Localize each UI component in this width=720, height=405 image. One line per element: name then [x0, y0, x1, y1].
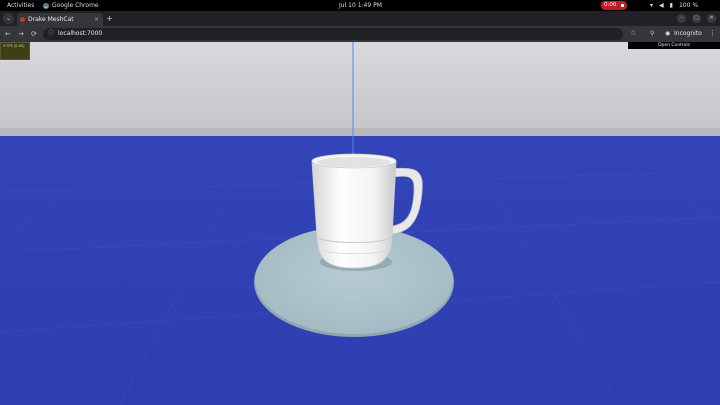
incognito-label: Incognito [674, 30, 702, 37]
maximize-button[interactable]: ▢ [692, 14, 701, 23]
meshcat-viewport[interactable]: 0 FPS (0-60) Open Controls [0, 42, 720, 405]
mug-body [311, 161, 397, 269]
screen-recording-indicator[interactable]: 0:00 [601, 1, 627, 10]
incognito-indicator[interactable]: ◉ Incognito [665, 28, 702, 40]
browser-toolbar: ← → ⟳ ⓘ localhost:7000 ☆ ⚲ ◉ Incognito ⋮ [0, 26, 720, 42]
system-tray[interactable]: ▾ ◀ ▮ 100 % [650, 0, 698, 11]
tab-strip: ⌄ Drake MeshCat × + – ▢ ✕ [0, 11, 720, 26]
battery-percentage: 100 % [678, 2, 699, 9]
new-tab-button[interactable]: + [106, 13, 113, 24]
reload-button[interactable]: ⟳ [31, 29, 37, 39]
app-name-label: Google Chrome [52, 2, 99, 9]
clock[interactable]: Jul 10 1:49 PM [339, 0, 382, 11]
recording-time: 0:00 [604, 2, 617, 8]
site-info-icon[interactable]: ⓘ [48, 28, 54, 40]
minimize-button[interactable]: – [677, 14, 686, 23]
battery-icon: ▮ [669, 2, 673, 9]
stats-text: 0 FPS (0-60) [3, 44, 25, 48]
stats-panel[interactable]: 0 FPS (0-60) [0, 42, 30, 60]
app-menu[interactable]: Google Chrome [43, 0, 99, 11]
address-bar[interactable]: ⓘ localhost:7000 [43, 28, 623, 40]
chrome-menu-icon[interactable]: ⋮ [709, 29, 716, 37]
open-controls-button[interactable]: Open Controls [628, 42, 720, 49]
system-top-bar: Activities Google Chrome Jul 10 1:49 PM … [0, 0, 720, 11]
scene-canvas[interactable] [0, 42, 720, 405]
url-text: localhost:7000 [58, 30, 103, 37]
tab-search-button[interactable]: ⌄ [3, 13, 14, 24]
back-button[interactable]: ← [5, 29, 11, 39]
wall-base [0, 128, 720, 136]
wifi-icon: ▾ [650, 2, 654, 9]
sky-background [0, 42, 720, 134]
mug-interior [317, 157, 391, 167]
close-window-button[interactable]: ✕ [707, 14, 716, 23]
tab-title: Drake MeshCat [28, 16, 74, 23]
bookmark-star-icon[interactable]: ☆ [630, 29, 636, 37]
favicon-icon [20, 17, 25, 22]
incognito-icon: ◉ [665, 30, 671, 37]
activities-button[interactable]: Activities [7, 0, 34, 11]
tab-drake-meshcat[interactable]: Drake MeshCat × [17, 13, 103, 26]
stop-icon [621, 4, 624, 7]
chrome-icon [43, 2, 49, 9]
forward-button[interactable]: → [18, 29, 24, 39]
close-tab-icon[interactable]: × [94, 13, 99, 26]
volume-icon: ◀ [659, 2, 664, 9]
extensions-icon[interactable]: ⚲ [650, 29, 654, 39]
